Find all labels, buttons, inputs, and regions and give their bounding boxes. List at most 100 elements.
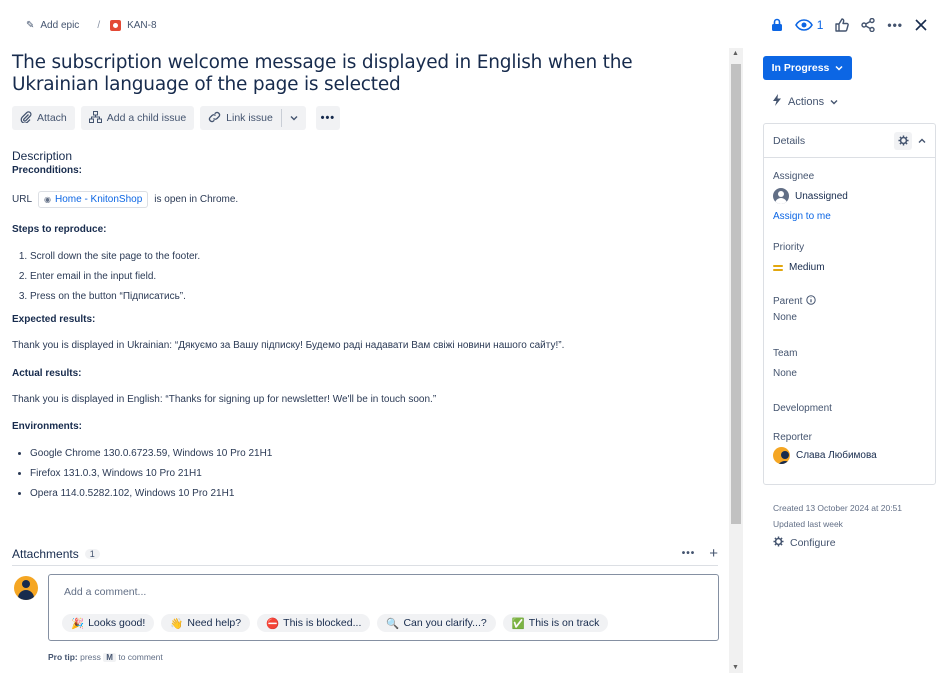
url-suffix: is open in Chrome. [154, 194, 239, 205]
url-inline-card[interactable]: ◉ Home - KnitonShop [38, 191, 149, 208]
quick-reply-looks-good[interactable]: 🎉 Looks good! [62, 614, 155, 632]
link-icon [208, 111, 221, 126]
party-popper-icon: 🎉 [71, 617, 85, 630]
step-item: Scroll down the site page to the footer. [30, 251, 724, 262]
info-icon[interactable] [806, 295, 817, 308]
unassigned-avatar-icon [773, 188, 789, 204]
quick-reply-on-track[interactable]: ✅ This is on track [502, 614, 609, 632]
issue-key-link[interactable]: KAN-8 [127, 20, 156, 31]
status-dropdown-button[interactable]: In Progress [763, 56, 852, 80]
breadcrumb: ✎ Add epic / KAN-8 [26, 20, 157, 31]
more-actions-button[interactable]: ••• [315, 106, 340, 130]
parent-value[interactable]: None [773, 312, 816, 323]
assign-to-me-link[interactable]: Assign to me [773, 211, 848, 222]
assignee-field: Assignee Unassigned Assign to me [773, 171, 848, 222]
comment-editor[interactable]: Add a comment... 🎉 Looks good! 👋 Need he… [48, 574, 719, 641]
details-title: Details [773, 134, 806, 147]
watch-button[interactable]: 1 [794, 18, 823, 32]
comment-placeholder: Add a comment... [64, 586, 147, 598]
attach-button[interactable]: Attach [12, 106, 75, 130]
issue-top-actions: 1 ••• [771, 16, 927, 34]
chevron-up-icon[interactable] [918, 135, 926, 147]
environments-list: Google Chrome 130.0.6723.59, Windows 10 … [30, 448, 724, 499]
chevron-down-icon [835, 62, 843, 74]
issue-title[interactable]: The subscription welcome message is disp… [12, 52, 724, 96]
created-date: Created 13 October 2024 at 20:51 [773, 503, 903, 513]
scroll-down-arrow[interactable]: ▼ [732, 664, 739, 671]
comment-protip: Pro tip: press M to comment [48, 652, 163, 662]
priority-text: Medium [789, 262, 825, 273]
more-options-icon[interactable]: ••• [887, 16, 903, 34]
paperclip-icon [20, 110, 32, 126]
link-issue-dropdown[interactable] [282, 106, 306, 130]
share-icon[interactable] [861, 16, 876, 34]
parent-field: Parent None [773, 295, 817, 323]
configure-label: Configure [790, 537, 836, 549]
gear-icon[interactable] [894, 131, 912, 150]
protip-suffix: to comment [118, 652, 163, 662]
actions-label: Actions [788, 95, 825, 108]
priority-value[interactable]: Medium [773, 262, 825, 273]
environment-item: Google Chrome 130.0.6723.59, Windows 10 … [30, 448, 724, 459]
issue-meta: Created 13 October 2024 at 20:51 Updated… [773, 500, 902, 532]
description-section[interactable]: Description Preconditions: URL ◉ Home - … [12, 149, 724, 508]
configure-button[interactable]: Configure [773, 536, 836, 550]
scrollbar-thumb[interactable] [731, 64, 741, 524]
url-prefix: URL [12, 194, 33, 205]
team-label: Team [773, 348, 798, 359]
pencil-icon: ✎ [26, 20, 35, 31]
attachments-header[interactable]: Attachments 1 [12, 547, 100, 561]
scroll-up-arrow[interactable]: ▲ [732, 50, 739, 57]
expected-text: Thank you is displayed in Ukrainian: “Дя… [12, 340, 565, 351]
magnifier-icon: 🔍 [386, 617, 400, 630]
reporter-value[interactable]: Слава Любимова [773, 447, 877, 464]
chevron-down-icon [830, 96, 838, 108]
preconditions-label: Preconditions: [12, 165, 83, 176]
quick-reply-chips: 🎉 Looks good! 👋 Need help? ⛔ This is blo… [62, 614, 609, 632]
environment-item: Firefox 131.0.3, Windows 10 Pro 21H1 [30, 468, 724, 479]
team-value[interactable]: None [773, 368, 797, 379]
quick-reply-blocked[interactable]: ⛔ This is blocked... [257, 614, 371, 632]
add-child-label: Add a child issue [106, 112, 187, 124]
actions-dropdown[interactable]: Actions [772, 94, 838, 109]
quick-reply-need-help[interactable]: 👋 Need help? [161, 614, 251, 632]
description-heading: Description [12, 149, 73, 163]
assignee-value[interactable]: Unassigned [773, 188, 848, 204]
steps-list: Scroll down the site page to the footer.… [30, 251, 724, 302]
ellipsis-icon: ••• [320, 112, 336, 124]
assignee-text: Unassigned [795, 190, 848, 202]
actual-label: Actual results: [12, 368, 82, 379]
eye-icon [794, 19, 813, 31]
attachments-more-icon[interactable]: ••• [682, 548, 696, 560]
main-scrollbar[interactable]: ▲ ▼ [729, 48, 743, 673]
quick-reply-clarify[interactable]: 🔍 Can you clarify...? [377, 614, 496, 632]
close-icon[interactable] [915, 16, 927, 34]
parent-label-row: Parent [773, 295, 817, 308]
chevron-down-icon [290, 112, 298, 124]
attach-label: Attach [37, 112, 67, 124]
add-epic-link[interactable]: Add epic [40, 20, 79, 31]
url-row: URL ◉ Home - KnitonShop is open in Chrom… [12, 191, 724, 208]
bug-icon [110, 20, 122, 31]
development-field: Development [773, 403, 832, 414]
gear-icon [773, 536, 784, 550]
hierarchy-icon [88, 110, 102, 126]
add-child-issue-button[interactable]: Add a child issue [80, 106, 195, 130]
parent-label: Parent [773, 296, 803, 307]
expected-label: Expected results: [12, 314, 96, 325]
updated-date: Updated last week [773, 519, 843, 529]
globe-icon: ◉ [44, 195, 51, 204]
step-item: Press on the button “Підписатись”. [30, 291, 724, 302]
steps-label: Steps to reproduce: [12, 224, 107, 235]
reporter-avatar [773, 447, 790, 464]
link-issue-label: Link issue [226, 112, 273, 124]
quick-reply-label: Need help? [187, 617, 242, 629]
add-attachment-icon[interactable]: + [709, 546, 718, 561]
details-header[interactable]: Details [764, 124, 935, 158]
protip-key: M [103, 653, 116, 662]
lock-icon[interactable] [771, 16, 783, 34]
reporter-field: Reporter Слава Любимова [773, 432, 877, 464]
thumbs-up-icon[interactable] [835, 16, 850, 34]
environments-label: Environments: [12, 421, 83, 432]
link-issue-button[interactable]: Link issue [200, 106, 281, 130]
